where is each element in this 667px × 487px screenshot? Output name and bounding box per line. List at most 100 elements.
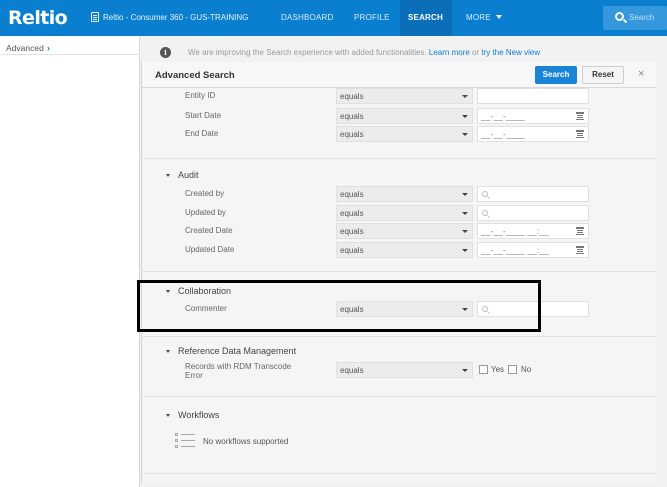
yes-checkbox[interactable] [479, 365, 488, 374]
field-label-line2: Error [185, 371, 203, 380]
field-label: End Date [185, 129, 219, 138]
field-label: Updated Date [185, 245, 235, 254]
caret-down-icon [462, 115, 468, 118]
highlight-box [137, 280, 541, 332]
caret-down-icon [462, 212, 468, 215]
nav-dashboard[interactable]: DASHBOARD [281, 13, 333, 22]
operator-select[interactable]: equals [336, 205, 473, 221]
caret-down-icon [495, 15, 502, 19]
datetime-mask: __-__-____ __:__ [481, 227, 549, 236]
search-icon [615, 12, 624, 21]
info-text: We are improving the Search experience w… [188, 48, 540, 57]
nav-more[interactable]: MORE [466, 13, 502, 22]
section-workflows-toggle[interactable]: Workflows [166, 410, 219, 420]
operator-select[interactable]: equals [336, 186, 473, 202]
section-divider [141, 396, 656, 397]
panel-header: Advanced Search Search Reset × [142, 62, 656, 88]
sidebar-item-label: Advanced [6, 43, 44, 53]
created-by-input[interactable] [477, 186, 589, 202]
field-label-line1: Records with RDM Transcode [185, 362, 292, 371]
nav-search[interactable]: SEARCH [408, 13, 443, 22]
datetime-mask: __-__-____ __:__ [481, 246, 549, 255]
field-label: Updated by [185, 208, 226, 217]
criteria-row-created-by: Created by equals [0, 186, 667, 204]
reltio-logo[interactable]: Reltio [8, 7, 68, 29]
updated-by-input[interactable] [477, 205, 589, 221]
date-mask: __-__-____ [481, 112, 525, 121]
operator-select[interactable]: equals [336, 223, 473, 239]
no-label: No [521, 365, 532, 374]
operator-select[interactable]: equals [336, 362, 473, 378]
entity-id-input[interactable] [477, 88, 589, 104]
info-icon: i [160, 47, 171, 58]
field-label: Entity ID [185, 91, 216, 100]
calendar-icon[interactable] [576, 112, 584, 120]
section-rdm-toggle[interactable]: Reference Data Management [166, 346, 296, 356]
calendar-icon[interactable] [576, 130, 584, 138]
criteria-row-end-date: End Date equals __-__-____ [0, 126, 667, 144]
operator-value: equals [340, 209, 364, 218]
operator-select[interactable]: equals [336, 126, 473, 142]
calendar-icon[interactable] [576, 246, 584, 254]
criteria-row-entity-id: Entity ID equals [0, 88, 667, 108]
tenant-selector[interactable]: Reltio - Consumer 360 - GUS-TRAINING [91, 12, 248, 22]
reset-button[interactable]: Reset [582, 66, 624, 84]
chevron-right-icon: › [46, 43, 50, 53]
caret-down-icon [462, 230, 468, 233]
close-icon[interactable]: × [638, 68, 644, 80]
field-label: Start Date [185, 111, 222, 120]
end-date-input[interactable]: __-__-____ [477, 126, 589, 142]
operator-value: equals [340, 246, 364, 255]
yes-label: Yes [491, 365, 505, 374]
info-or: or [472, 48, 480, 57]
tenant-label: Reltio - Consumer 360 - GUS-TRAINING [103, 12, 249, 22]
criteria-row-updated-by: Updated by equals [0, 205, 667, 223]
section-divider [141, 336, 656, 337]
section-divider [141, 271, 656, 272]
section-title: Audit [178, 170, 199, 180]
operator-value: equals [340, 366, 364, 375]
section-audit-toggle[interactable]: Audit [166, 170, 199, 180]
operator-value: equals [340, 130, 364, 139]
field-label: Created by [185, 189, 225, 198]
field-label: Created Date [185, 226, 233, 235]
operator-select[interactable]: equals [336, 242, 473, 258]
updated-date-input[interactable]: __-__-____ __:__ [477, 242, 589, 258]
nav-profile[interactable]: PROFILE [354, 13, 390, 22]
section-title: Reference Data Management [178, 346, 297, 356]
caret-down-icon [462, 95, 468, 98]
operator-value: equals [340, 227, 364, 236]
try-new-view-link[interactable]: try the New view [481, 48, 540, 57]
no-checkbox[interactable] [508, 365, 517, 374]
caret-down-icon [462, 193, 468, 196]
global-search-input[interactable]: Search [603, 6, 667, 30]
criteria-row-rdm-error: Records with RDM Transcode Error equals … [0, 362, 667, 384]
operator-value: equals [340, 112, 364, 121]
search-icon [482, 191, 488, 197]
list-icon [175, 433, 195, 449]
section-title: Workflows [178, 410, 220, 420]
workflows-empty-text: No workflows supported [203, 437, 289, 446]
operator-select[interactable]: equals [336, 108, 473, 124]
global-search-placeholder: Search [629, 13, 655, 22]
start-date-input[interactable]: __-__-____ [477, 108, 589, 124]
operator-value: equals [340, 92, 364, 101]
caret-down-icon [462, 369, 468, 372]
top-nav-bar: Reltio Reltio - Consumer 360 - GUS-TRAIN… [0, 0, 667, 36]
sidebar-item-advanced[interactable]: Advanced › [0, 39, 140, 55]
section-divider [141, 158, 656, 159]
search-icon [482, 210, 488, 216]
panel-title: Advanced Search [155, 70, 235, 81]
field-label: Records with RDM Transcode Error [185, 362, 291, 380]
caret-down-icon [462, 249, 468, 252]
date-mask: __-__-____ [481, 130, 525, 139]
calendar-icon[interactable] [576, 227, 584, 235]
created-date-input[interactable]: __-__-____ __:__ [477, 223, 589, 239]
caret-down-icon [166, 174, 170, 177]
document-icon [91, 12, 99, 22]
caret-down-icon [166, 414, 170, 417]
criteria-row-created-date: Created Date equals __-__-____ __:__ [0, 223, 667, 241]
operator-select[interactable]: equals [336, 88, 473, 104]
search-button[interactable]: Search [535, 66, 577, 84]
learn-more-link[interactable]: Learn more [429, 48, 470, 57]
